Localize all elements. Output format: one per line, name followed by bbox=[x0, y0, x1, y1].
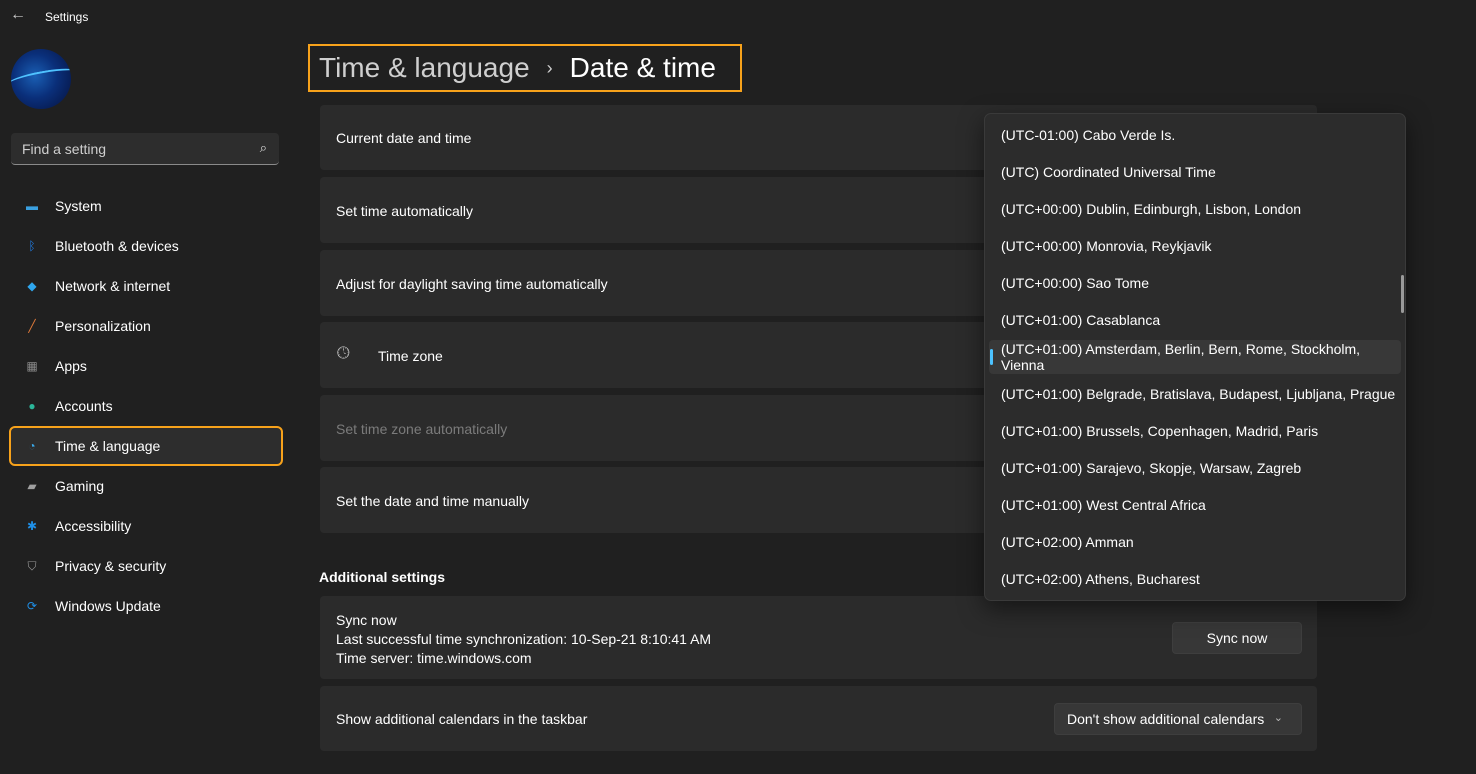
time-zone-option[interactable]: (UTC+01:00) Belgrade, Bratislava, Budape… bbox=[989, 377, 1401, 411]
sync-now-card: Sync now Last successful time synchroniz… bbox=[320, 596, 1317, 679]
clock-globe-icon: 🕓︎ bbox=[337, 345, 350, 362]
sync-last-time: Last successful time synchronization: 10… bbox=[336, 631, 712, 647]
sidebar-item-label: Privacy & security bbox=[55, 558, 167, 574]
daylight-saving-label: Adjust for daylight saving time automati… bbox=[336, 276, 608, 292]
sidebar-item-accounts[interactable]: ● Accounts bbox=[11, 388, 281, 424]
sidebar-item-label: Time & language bbox=[55, 438, 161, 454]
sidebar-item-privacy-security[interactable]: ⛉ Privacy & security bbox=[11, 548, 281, 584]
time-zone-option[interactable]: (UTC+02:00) Amman bbox=[989, 525, 1401, 559]
page-title: Date & time bbox=[569, 52, 716, 83]
bluetooth-icon: ᛒ bbox=[28, 239, 36, 253]
set-time-automatically-label: Set time automatically bbox=[336, 203, 473, 219]
sidebar-item-gaming[interactable]: ▰ Gaming bbox=[11, 468, 281, 504]
update-icon: ⟳ bbox=[26, 599, 38, 613]
avatar[interactable] bbox=[11, 49, 71, 109]
time-zone-option[interactable]: (UTC) Coordinated Universal Time bbox=[989, 155, 1401, 189]
time-zone-option[interactable]: (UTC+01:00) Casablanca bbox=[989, 303, 1401, 337]
search-icon: ⌕ bbox=[259, 140, 267, 155]
sync-now-button[interactable]: Sync now bbox=[1172, 622, 1302, 654]
time-zone-option[interactable]: (UTC+01:00) Amsterdam, Berlin, Bern, Rom… bbox=[989, 340, 1401, 374]
sidebar-item-personalization[interactable]: ╱ Personalization bbox=[11, 308, 281, 344]
sidebar-item-bluetooth-devices[interactable]: ᛒ Bluetooth & devices bbox=[11, 228, 281, 264]
person-icon: ● bbox=[28, 399, 36, 413]
sidebar-item-label: Apps bbox=[55, 358, 87, 374]
sidebar-item-label: System bbox=[55, 198, 102, 214]
app-title: Settings bbox=[45, 10, 89, 24]
clock-globe-icon: ◔ bbox=[28, 439, 36, 453]
dropdown-scrollbar[interactable] bbox=[1401, 275, 1404, 313]
sidebar-item-label: Accounts bbox=[55, 398, 113, 414]
breadcrumb: Time & language › Date & time bbox=[308, 44, 742, 92]
sidebar-item-time-language[interactable]: ◔ Time & language bbox=[9, 426, 283, 466]
sidebar-item-system[interactable]: ▬ System bbox=[11, 188, 281, 224]
time-zone-label: Time zone bbox=[378, 348, 443, 364]
accessibility-icon: ✱ bbox=[26, 519, 38, 533]
wifi-icon: ◆ bbox=[27, 279, 37, 293]
sidebar-item-accessibility[interactable]: ✱ Accessibility bbox=[11, 508, 281, 544]
sync-title: Sync now bbox=[336, 612, 397, 628]
sidebar-item-label: Personalization bbox=[55, 318, 151, 334]
set-date-time-manually-label: Set the date and time manually bbox=[336, 493, 530, 509]
sidebar-item-label: Network & internet bbox=[55, 278, 171, 294]
breadcrumb-parent[interactable]: Time & language bbox=[319, 52, 530, 84]
set-time-zone-automatically-label: Set time zone automatically bbox=[336, 421, 508, 437]
sidebar-item-label: Gaming bbox=[55, 478, 105, 494]
sidebar-item-apps[interactable]: ▦ Apps bbox=[11, 348, 281, 384]
back-button[interactable]: ← bbox=[10, 6, 26, 24]
current-date-time-label: Current date and time bbox=[336, 130, 472, 146]
time-zone-option[interactable]: (UTC+00:00) Monrovia, Reykjavik bbox=[989, 229, 1401, 263]
additional-settings-heading: Additional settings bbox=[319, 569, 445, 585]
apps-icon: ▦ bbox=[26, 359, 38, 373]
sidebar-item-windows-update[interactable]: ⟳ Windows Update bbox=[11, 588, 281, 624]
monitor-icon: ▬ bbox=[26, 199, 38, 213]
time-zone-option[interactable]: (UTC+00:00) Dublin, Edinburgh, Lisbon, L… bbox=[989, 192, 1401, 226]
additional-calendars-dropdown[interactable]: Don't show additional calendars ⌄ bbox=[1054, 703, 1302, 735]
search-input[interactable]: Find a setting ⌕ bbox=[11, 133, 279, 165]
sidebar-item-label: Bluetooth & devices bbox=[55, 238, 179, 254]
chevron-down-icon: ⌄ bbox=[1273, 712, 1283, 724]
sidebar-item-label: Windows Update bbox=[55, 598, 161, 614]
time-zone-option[interactable]: (UTC+00:00) Sao Tome bbox=[989, 266, 1401, 300]
chevron-right-icon: › bbox=[546, 57, 553, 78]
brush-icon: ╱ bbox=[28, 319, 36, 333]
gamepad-icon: ▰ bbox=[27, 479, 37, 493]
time-zone-option[interactable]: (UTC-01:00) Cabo Verde Is. bbox=[989, 118, 1401, 152]
time-server: Time server: time.windows.com bbox=[336, 650, 532, 666]
shield-icon: ⛉ bbox=[27, 558, 37, 573]
sidebar-item-network-internet[interactable]: ◆ Network & internet bbox=[11, 268, 281, 304]
additional-calendars-card: Show additional calendars in the taskbar… bbox=[320, 686, 1317, 751]
sidebar-item-label: Accessibility bbox=[55, 518, 132, 534]
time-zone-option[interactable]: (UTC+01:00) West Central Africa bbox=[989, 488, 1401, 522]
time-zone-option[interactable]: (UTC+02:00) Athens, Bucharest bbox=[989, 562, 1401, 596]
additional-calendars-label: Show additional calendars in the taskbar bbox=[336, 711, 588, 727]
search-placeholder: Find a setting bbox=[22, 141, 107, 157]
time-zone-option[interactable]: (UTC+01:00) Brussels, Copenhagen, Madrid… bbox=[989, 414, 1401, 448]
time-zone-dropdown-list[interactable]: (UTC-01:00) Cabo Verde Is. (UTC) Coordina… bbox=[984, 113, 1406, 601]
additional-calendars-value: Don't show additional calendars bbox=[1067, 711, 1265, 727]
time-zone-option[interactable]: (UTC+01:00) Sarajevo, Skopje, Warsaw, Za… bbox=[989, 451, 1401, 485]
